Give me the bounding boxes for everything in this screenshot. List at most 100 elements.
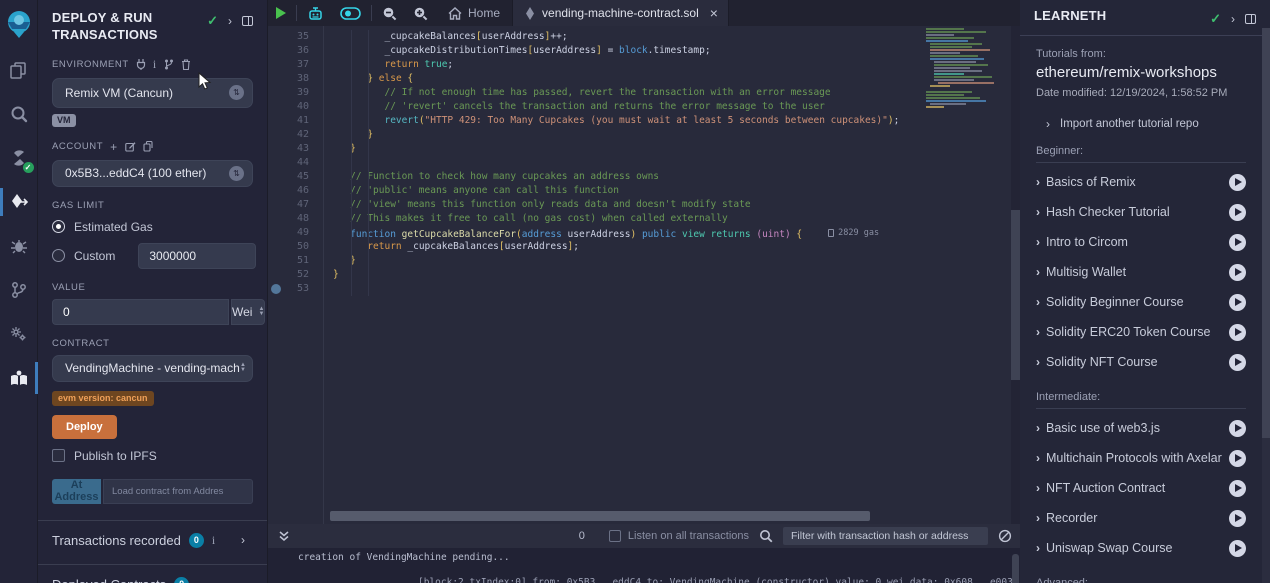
add-account-icon[interactable]: + <box>110 140 118 154</box>
deploy-run-icon[interactable] <box>0 180 38 224</box>
settings-icon[interactable] <box>0 312 38 356</box>
deploy-button[interactable]: Deploy <box>52 415 117 439</box>
environment-info-icon[interactable]: i <box>153 57 157 72</box>
solidity-compiler-icon[interactable]: ✓ <box>0 136 38 180</box>
tutorial-item[interactable]: ›Solidity NFT Course <box>1036 347 1246 377</box>
pin-panel-icon[interactable] <box>1245 14 1256 24</box>
copy-account-icon[interactable] <box>143 141 153 152</box>
plug-icon[interactable] <box>136 59 146 70</box>
line-number[interactable]: 36 <box>268 44 323 58</box>
line-number[interactable]: 47 <box>268 198 323 212</box>
git-icon[interactable] <box>0 268 38 312</box>
account-select[interactable]: 0x5B3...eddC4 (100 ether) ⇅ <box>52 160 253 187</box>
line-number[interactable]: 53 <box>268 282 323 296</box>
contract-select[interactable]: VendingMachine - vending-machin ▲▼ <box>52 355 253 382</box>
run-script-icon[interactable] <box>268 0 294 26</box>
listen-all-transactions[interactable]: Listen on all transactions <box>609 530 749 542</box>
remix-logo-icon[interactable] <box>0 0 38 48</box>
tutorial-item[interactable]: ›Multisig Wallet <box>1036 257 1246 287</box>
tutorial-item[interactable]: ›Basic use of web3.js <box>1036 413 1246 443</box>
terminal-search-icon[interactable] <box>759 529 773 543</box>
terminal-filter-input[interactable] <box>783 527 988 545</box>
tutorial-item[interactable]: ›Recorder <box>1036 503 1246 533</box>
tutorial-item[interactable]: ›Solidity Beginner Course <box>1036 287 1246 317</box>
line-number[interactable]: 38 <box>268 72 323 86</box>
fork-icon[interactable] <box>164 59 174 70</box>
line-number[interactable]: 41 <box>268 114 323 128</box>
at-address-button[interactable]: At Address <box>52 479 101 504</box>
play-tutorial-button[interactable] <box>1229 450 1246 467</box>
search-icon[interactable] <box>0 92 38 136</box>
play-tutorial-button[interactable] <box>1229 510 1246 527</box>
close-tab-icon[interactable]: × <box>710 5 718 21</box>
chevron-right-icon[interactable]: › <box>241 533 245 547</box>
pin-panel-icon[interactable] <box>242 16 253 26</box>
transactions-recorded-row[interactable]: Transactions recorded 0 i › <box>52 533 253 548</box>
editor-vertical-scrollbar[interactable] <box>1011 26 1020 524</box>
transactions-info-icon[interactable]: i <box>212 533 215 548</box>
line-number[interactable]: 51 <box>268 254 323 268</box>
line-number[interactable]: 43 <box>268 142 323 156</box>
line-number[interactable]: 44 <box>268 156 323 170</box>
line-number[interactable]: 49 <box>268 226 323 240</box>
line-number[interactable]: 40 <box>268 100 323 114</box>
line-number[interactable]: 35 <box>268 30 323 44</box>
play-tutorial-button[interactable] <box>1229 480 1246 497</box>
play-tutorial-button[interactable] <box>1229 234 1246 251</box>
tutorial-item[interactable]: ›Intro to Circom <box>1036 227 1246 257</box>
delete-environment-icon[interactable] <box>181 59 191 70</box>
tutorial-item[interactable]: ›NFT Auction Contract <box>1036 473 1246 503</box>
listen-checkbox[interactable] <box>609 530 621 542</box>
at-address-input[interactable] <box>103 479 253 504</box>
file-explorer-icon[interactable] <box>0 48 38 92</box>
tutorial-item[interactable]: ›Multichain Protocols with Axelar <box>1036 443 1246 473</box>
zoom-out-icon[interactable] <box>374 0 405 26</box>
code-content[interactable]: _cupcakeBalances[userAddress]++; _cupcak… <box>324 26 1020 524</box>
file-tab-vending-machine[interactable]: vending-machine-contract.sol × <box>512 0 729 26</box>
tutorial-item[interactable]: ›Hash Checker Tutorial <box>1036 197 1246 227</box>
code-editor[interactable]: 35363738394041424344454647484950515253 _… <box>268 26 1020 524</box>
home-tab[interactable]: Home <box>436 0 512 26</box>
ai-assistant-icon[interactable] <box>299 0 332 26</box>
tutorial-item[interactable]: ›Basics of Remix <box>1036 167 1246 197</box>
value-unit-select[interactable]: Wei ▲▼ <box>231 299 265 325</box>
tutorial-item[interactable]: ›Solidity ERC20 Token Course <box>1036 317 1246 347</box>
copilot-toggle-icon[interactable] <box>332 0 369 26</box>
play-tutorial-button[interactable] <box>1229 294 1246 311</box>
line-number[interactable]: 39 <box>268 86 323 100</box>
line-number[interactable]: 42 <box>268 128 323 142</box>
play-tutorial-button[interactable] <box>1229 420 1246 437</box>
play-tutorial-button[interactable] <box>1229 264 1246 281</box>
play-tutorial-button[interactable] <box>1229 540 1246 557</box>
zoom-in-icon[interactable] <box>405 0 436 26</box>
edit-account-icon[interactable] <box>125 141 136 152</box>
tutorial-item[interactable]: ›Uniswap Swap Course <box>1036 533 1246 563</box>
environment-select[interactable]: Remix VM (Cancun) ⇅ <box>52 78 253 108</box>
line-number[interactable]: 46 <box>268 184 323 198</box>
expand-terminal-icon[interactable] <box>278 530 290 542</box>
editor-horizontal-scrollbar[interactable] <box>330 511 870 521</box>
play-tutorial-button[interactable] <box>1229 174 1246 191</box>
line-number[interactable]: 45 <box>268 170 323 184</box>
expand-panel-icon[interactable]: › <box>228 14 232 28</box>
clear-terminal-icon[interactable] <box>998 529 1012 543</box>
line-number-gutter[interactable]: 35363738394041424344454647484950515253 <box>268 26 324 524</box>
line-number[interactable]: 50 <box>268 240 323 254</box>
custom-gas-radio[interactable] <box>52 249 65 262</box>
breakpoint-dot[interactable] <box>271 284 281 294</box>
play-tutorial-button[interactable] <box>1229 204 1246 221</box>
debugger-icon[interactable] <box>0 224 38 268</box>
editor-minimap[interactable] <box>924 26 1010 114</box>
custom-gas-input[interactable] <box>138 243 256 269</box>
value-input[interactable] <box>52 299 229 325</box>
import-tutorial-repo[interactable]: › Import another tutorial repo <box>1046 117 1246 131</box>
panel-scrollbar[interactable] <box>1262 28 1270 583</box>
learneth-icon[interactable] <box>0 356 38 400</box>
line-number[interactable]: 37 <box>268 58 323 72</box>
play-tutorial-button[interactable] <box>1229 354 1246 371</box>
line-number[interactable]: 52 <box>268 268 323 282</box>
line-number[interactable]: 48 <box>268 212 323 226</box>
play-tutorial-button[interactable] <box>1229 324 1246 341</box>
terminal-scrollbar[interactable] <box>1012 554 1019 583</box>
estimated-gas-radio[interactable] <box>52 220 65 233</box>
